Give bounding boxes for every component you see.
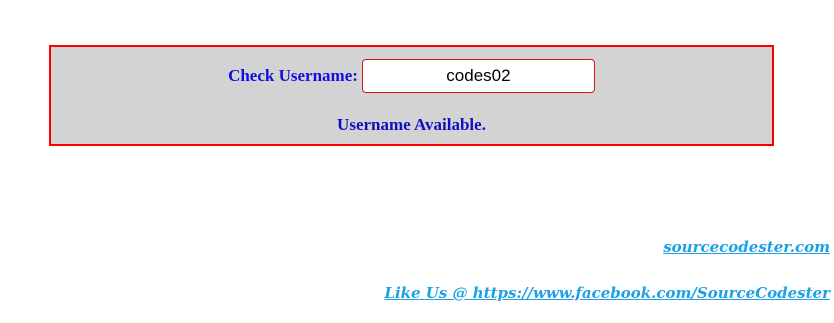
username-input[interactable]	[361, 59, 595, 93]
username-check-panel: Check Username: Username Available.	[49, 45, 774, 146]
check-username-label: Check Username:	[228, 66, 358, 85]
page: Check Username: Username Available. sour…	[0, 0, 834, 323]
username-row: Check Username:	[51, 59, 772, 93]
sourcecodester-link[interactable]: sourcecodester.com	[663, 238, 830, 256]
availability-status: Username Available.	[337, 115, 486, 134]
facebook-link[interactable]: Like Us @ https://www.facebook.com/Sourc…	[384, 284, 830, 302]
